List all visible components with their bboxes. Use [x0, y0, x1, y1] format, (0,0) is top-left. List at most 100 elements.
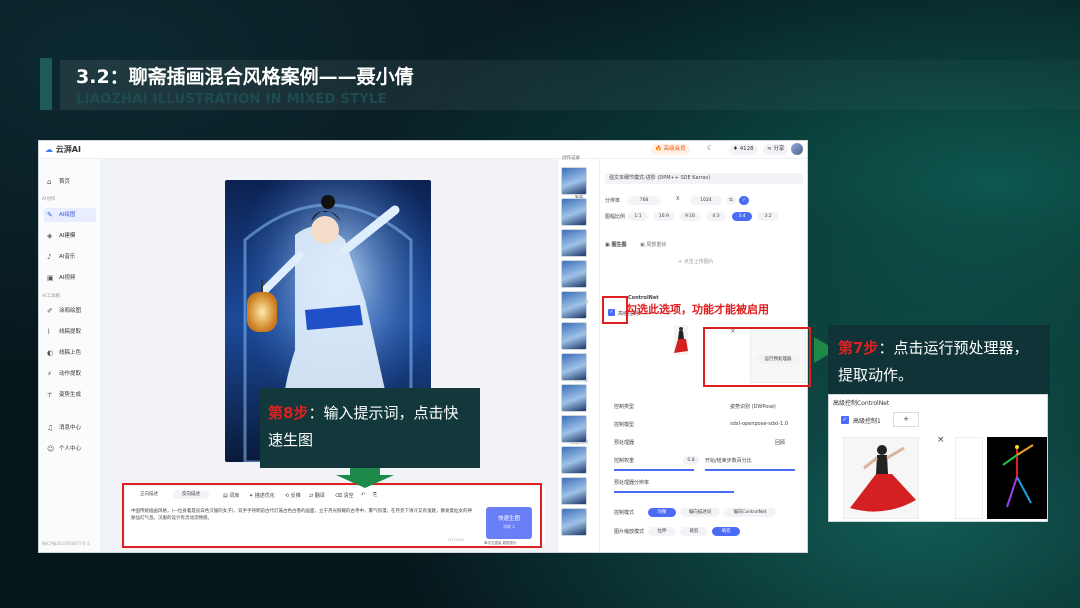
history-thumb[interactable] — [561, 229, 587, 257]
annotation-box-checkbox — [602, 296, 628, 324]
history-thumb[interactable] — [561, 508, 587, 536]
avatar[interactable] — [791, 143, 803, 155]
sidebar-item-colorize[interactable]: ◐ 线稿上色 — [44, 346, 96, 360]
zoom-tab-label[interactable]: 高级控制1 — [853, 416, 881, 425]
control-model-label: 控制模型 — [614, 422, 635, 428]
sidebar-label: AI音乐 — [59, 254, 76, 260]
sidebar-section-ai-tools: AI工具箱 — [42, 294, 60, 299]
music-icon: ♪ — [47, 253, 52, 261]
mode-label: 控制模式 — [614, 510, 635, 516]
title-accent-bar — [40, 58, 52, 110]
history-thumb[interactable] — [561, 353, 587, 381]
preprocessor-label: 预处理器 — [614, 440, 635, 446]
dancer-image — [850, 445, 916, 512]
tab-img2img[interactable]: ▣ 图生图 — [605, 241, 626, 248]
ratio-label: 图幅比例 — [605, 214, 626, 220]
ratio-option[interactable]: 3:2 — [758, 212, 778, 221]
control-model-select[interactable]: sdxl-openpose-sdxl-1.0 — [730, 421, 788, 427]
line-icon: ⌇ — [47, 328, 51, 336]
ratio-option[interactable]: 4:3 — [706, 212, 726, 221]
control-type-label: 控制类型 — [614, 404, 635, 410]
sidebar-item-lineart[interactable]: ⌇ 线稿提取 — [44, 325, 96, 339]
mode-option[interactable]: 偏向描述词 — [680, 508, 720, 517]
vip-button[interactable]: 🔥 高级会员 — [651, 144, 690, 155]
width-input[interactable]: 768 — [628, 196, 660, 205]
sidebar-item-pose[interactable]: ☥ 姿势生成 — [44, 388, 96, 402]
app-topbar: ☁ 云湃AI 🔥 高级会员 ☾ ♦ 4128 ⋖ 分享 — [39, 141, 807, 159]
height-input[interactable]: 1024 — [690, 196, 722, 205]
slide-title: 3.2：聊斋插画混合风格案例——聂小倩 — [76, 66, 414, 88]
skeleton-image — [1002, 444, 1034, 508]
zoom-preview-blank — [955, 437, 983, 519]
step7-label: 第7步 — [838, 339, 879, 357]
upload-hint[interactable]: + 点击上传图片 — [678, 258, 714, 265]
ratio-option[interactable]: 9:16 — [680, 212, 700, 221]
mode-option[interactable]: 偏向ControlNet — [724, 508, 776, 517]
sidebar-label: 涂鸦绘图 — [59, 308, 82, 314]
history-thumb[interactable] — [561, 322, 587, 350]
dancer-thumbnail — [674, 327, 688, 353]
resize-option-selected[interactable]: 填充 — [712, 527, 740, 536]
sidebar-label: 线稿上色 — [59, 350, 82, 356]
sidebar-item-profile[interactable]: ☺ 个人中心 — [44, 442, 96, 456]
credits-badge[interactable]: ♦ 4128 — [729, 144, 758, 155]
resize-option[interactable]: 拉伸 — [648, 527, 676, 536]
share-button[interactable]: ⋖ 分享 — [763, 144, 789, 155]
history-thumb[interactable] — [561, 198, 587, 226]
sidebar-item-ai-video[interactable]: ▣ AI视频 — [44, 271, 96, 285]
annotation-box-preprocess — [703, 327, 811, 387]
user-icon: ☺ — [47, 445, 55, 453]
pose-source-image[interactable] — [674, 325, 688, 355]
home-icon: ⌂ — [47, 178, 52, 186]
tab-label: 局部重绘 — [646, 242, 667, 248]
zoom-source-image[interactable] — [843, 437, 919, 519]
pose-icon: ☥ — [47, 391, 53, 399]
sampler-select[interactable]: 强文本细节模式-进阶 (DPM++ SDE Karras) — [605, 173, 803, 184]
weight-value[interactable]: 0.8 — [683, 456, 699, 465]
moon-icon[interactable]: ☾ — [707, 144, 713, 152]
add-control-button[interactable]: + — [893, 412, 919, 427]
history-thumb[interactable] — [561, 384, 587, 412]
history-thumb[interactable] — [561, 291, 587, 319]
sidebar-item-ai-model[interactable]: ◈ AI建模 — [44, 229, 96, 243]
swap-icon[interactable]: ⇆ — [726, 196, 736, 205]
zoom-close-icon[interactable]: × — [937, 435, 945, 445]
pre-res-slider[interactable] — [614, 491, 734, 493]
ratio-option-selected[interactable]: 3:4 — [732, 212, 752, 221]
lock-icon[interactable]: ✓ — [739, 196, 749, 205]
sidebar-item-doodle[interactable]: ✐ 涂鸦绘图 — [44, 304, 96, 318]
sidebar-label: 消息中心 — [59, 425, 82, 431]
resize-label: 图片缩放模式 — [614, 529, 645, 535]
ratio-option[interactable]: 1:1 — [628, 212, 648, 221]
tab-inpaint[interactable]: ▣ 局部重绘 — [640, 241, 666, 248]
mode-option-selected[interactable]: 均衡 — [648, 508, 676, 517]
resolution-x: X — [676, 196, 680, 202]
app-logo[interactable]: ☁ 云湃AI — [45, 144, 81, 155]
history-thumb[interactable] — [561, 415, 587, 443]
logo-text: 云湃AI — [55, 145, 81, 154]
control-type-select[interactable]: 姿势识别 (DWPose) — [730, 403, 776, 410]
sidebar-item-messages[interactable]: ♫ 消息中心 — [44, 421, 96, 435]
bucket-icon: ◐ — [47, 349, 54, 357]
zoom-title: 高级控制ControlNet — [833, 400, 890, 407]
sidebar-item-ai-draw[interactable]: ✎ AI绘图 — [44, 208, 96, 222]
weight-slider[interactable] — [614, 469, 694, 471]
history-label: 创作记录 — [562, 156, 580, 161]
checkbox-note: 勾选此选项，功能才能被启用 — [626, 303, 769, 316]
ratio-option[interactable]: 16:9 — [654, 212, 674, 221]
credits-label: 4128 — [739, 146, 754, 152]
preprocessor-select[interactable]: 回顾 — [775, 439, 785, 446]
sidebar-item-ai-music[interactable]: ♪ AI音乐 — [44, 250, 96, 264]
history-thumb[interactable] — [561, 167, 587, 195]
history-thumb[interactable] — [561, 260, 587, 288]
sidebar-item-home[interactable]: ⌂ 首页 — [44, 175, 96, 189]
step8-callout: 第8步：输入提示词，点击快速生图 — [260, 388, 480, 468]
resolution-label: 分辨率 — [605, 198, 621, 204]
range-slider[interactable] — [705, 469, 795, 471]
zoom-checkbox[interactable]: ✓ — [841, 416, 849, 424]
resize-option[interactable]: 裁剪 — [680, 527, 708, 536]
video-icon: ▣ — [47, 274, 54, 282]
history-thumb[interactable] — [561, 446, 587, 474]
sidebar-item-motion[interactable]: ⚡ 动作提取 — [44, 367, 96, 381]
history-thumb[interactable] — [561, 477, 587, 505]
